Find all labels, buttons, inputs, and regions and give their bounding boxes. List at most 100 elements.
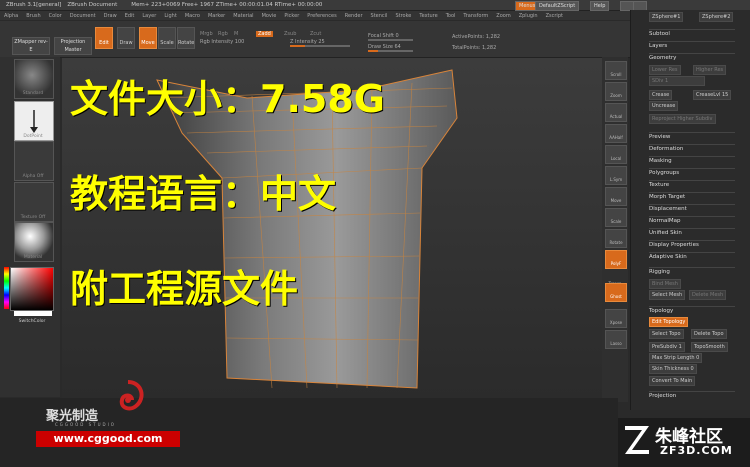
rgb-intensity-slider[interactable]: Rgb Intensity 100	[200, 39, 244, 45]
delete-mesh-button[interactable]: Delete Mesh	[689, 290, 727, 300]
menu-zscript[interactable]: Zscript	[546, 13, 563, 19]
layers-section[interactable]: Layers	[649, 41, 735, 49]
menu-color[interactable]: Color	[49, 13, 62, 19]
menu-material[interactable]: Material	[233, 13, 253, 19]
local-icon[interactable]: Local	[605, 145, 627, 164]
morph-target-section[interactable]: Morph Target	[649, 192, 735, 200]
convert-to-main-button[interactable]: Convert To Main	[649, 376, 696, 386]
projection-section[interactable]: Projection	[649, 391, 735, 399]
edit-button[interactable]: Edit	[95, 27, 113, 49]
max-strip-length-slider[interactable]: Max Strip Length 0	[649, 353, 703, 363]
display-properties-section[interactable]: Display Properties	[649, 240, 735, 248]
scroll-icon[interactable]: Scroll	[605, 61, 627, 80]
help-button[interactable]: Help	[590, 1, 610, 11]
normalmap-section[interactable]: NormalMap	[649, 216, 735, 224]
draw-size-slider[interactable]: Draw Size 64	[368, 44, 413, 52]
edit-topology-button[interactable]: Edit Topology	[649, 317, 689, 327]
focal-shift-slider[interactable]: Focal Shift 0	[368, 33, 413, 41]
topo-smooth-slider[interactable]: TopoSmooth	[691, 342, 728, 352]
move-icon[interactable]: Move	[605, 187, 627, 206]
menu-preferences[interactable]: Preferences	[307, 13, 336, 19]
hue-strip[interactable]	[4, 267, 9, 309]
skin-thickness-slider[interactable]: Skin Thickness 0	[649, 364, 697, 374]
zcut-button[interactable]: Zcut	[310, 31, 321, 37]
ghost-icon[interactable]: Ghost	[605, 283, 627, 302]
menu-alpha[interactable]: Alpha	[4, 13, 18, 19]
zoom-icon[interactable]: Zoom	[605, 82, 627, 101]
actual-icon[interactable]: Actual	[605, 103, 627, 122]
geometry-section[interactable]: Geometry	[649, 53, 735, 61]
menu-macro[interactable]: Macro	[185, 13, 200, 19]
menu-movie[interactable]: Movie	[262, 13, 277, 19]
scale-icon[interactable]: Scale	[605, 208, 627, 227]
crease-level-slider[interactable]: CreaseLvl 15	[693, 90, 732, 100]
projection-master-button[interactable]: Projection Master	[54, 37, 92, 55]
menu-marker[interactable]: Marker	[208, 13, 225, 19]
switch-color-label[interactable]: SwitchColor	[10, 319, 54, 324]
lsym-icon[interactable]: L.Sym	[605, 166, 627, 185]
rotate-icon[interactable]: Rotate	[605, 229, 627, 248]
lasso-icon[interactable]: Lasso	[605, 330, 627, 349]
menu-tool[interactable]: Tool	[446, 13, 456, 19]
sdiv-slider[interactable]: SDiv 1	[649, 76, 705, 86]
menu-brush[interactable]: Brush	[26, 13, 40, 19]
unified-skin-section[interactable]: Unified Skin	[649, 228, 735, 236]
menu-zoom[interactable]: Zoom	[496, 13, 510, 19]
preview-section[interactable]: Preview	[649, 132, 735, 140]
menu-zplugin[interactable]: Zplugin	[519, 13, 538, 19]
zmapper-button[interactable]: ZMapper rev-E	[12, 37, 50, 55]
adaptive-skin-section[interactable]: Adaptive Skin	[649, 252, 735, 260]
select-mesh-button[interactable]: Select Mesh	[649, 290, 686, 300]
presubdiv-slider[interactable]: PreSubdiv 1	[649, 342, 685, 352]
rgb-label[interactable]: Rgb	[218, 31, 228, 37]
reproject-higher-subdiv-button[interactable]: Reproject Higher Subdiv	[649, 114, 716, 124]
rotate-button[interactable]: Rotate	[177, 27, 195, 49]
menu-transform[interactable]: Transform	[463, 13, 488, 19]
subtool-section[interactable]: Subtool	[649, 29, 735, 37]
zsphere2-thumb[interactable]: ZSphere#2	[699, 12, 734, 22]
menu-document[interactable]: Document	[70, 13, 96, 19]
color-swatch-white[interactable]	[14, 311, 52, 316]
menu-draw[interactable]: Draw	[104, 13, 117, 19]
higher-res-button[interactable]: Higher Res	[693, 65, 727, 75]
uncrease-button[interactable]: Uncrease	[649, 101, 679, 111]
total-points: TotalPoints: 1,282	[452, 45, 497, 51]
texture-section[interactable]: Texture	[649, 180, 735, 188]
polygroups-section[interactable]: Polygroups	[649, 168, 735, 176]
aahalf-icon[interactable]: AAHalf	[605, 124, 627, 143]
menu-stencil[interactable]: Stencil	[371, 13, 388, 19]
masking-section[interactable]: Masking	[649, 156, 735, 164]
menu-texture[interactable]: Texture	[419, 13, 437, 19]
select-topo-button[interactable]: Select Topo	[649, 329, 684, 339]
topology-section[interactable]: Topology	[649, 306, 735, 314]
lower-res-button[interactable]: Lower Res	[649, 65, 681, 75]
rigging-section[interactable]: Rigging	[649, 267, 735, 275]
polyf-icon[interactable]: PolyF	[605, 250, 627, 269]
draw-button[interactable]: Draw	[117, 27, 135, 49]
menu-stroke[interactable]: Stroke	[395, 13, 411, 19]
default-zscript-button[interactable]: DefaultZScript	[535, 1, 580, 11]
color-picker[interactable]	[10, 267, 54, 311]
displacement-section[interactable]: Displacement	[649, 204, 735, 212]
menu-render[interactable]: Render	[345, 13, 363, 19]
menu-light[interactable]: Light	[164, 13, 176, 19]
overlay-tutorial-language: 教程语言：中文	[70, 172, 337, 216]
deformation-section[interactable]: Deformation	[649, 144, 735, 152]
bind-mesh-button[interactable]: Bind Mesh	[649, 279, 681, 289]
mrgb-label[interactable]: Mrgb	[200, 31, 213, 37]
delete-topo-button[interactable]: Delete Topo	[691, 329, 727, 339]
menu-picker[interactable]: Picker	[284, 13, 299, 19]
move-button[interactable]: Move	[139, 27, 157, 49]
material-label: Material	[23, 255, 43, 260]
xpose-icon[interactable]: Xpose	[605, 309, 627, 328]
zadd-button[interactable]: Zadd	[256, 31, 273, 37]
crease-button[interactable]: Crease	[649, 90, 673, 100]
cggood-url[interactable]: www.cggood.com	[36, 431, 180, 447]
z-intensity-slider[interactable]: Z Intensity 25	[290, 39, 350, 47]
zsub-button[interactable]: Zsub	[284, 31, 296, 37]
scale-button[interactable]: Scale	[158, 27, 176, 49]
menu-edit[interactable]: Edit	[125, 13, 135, 19]
m-label[interactable]: M	[234, 31, 238, 37]
menu-layer[interactable]: Layer	[142, 13, 156, 19]
zsphere1-thumb[interactable]: ZSphere#1	[649, 12, 684, 22]
